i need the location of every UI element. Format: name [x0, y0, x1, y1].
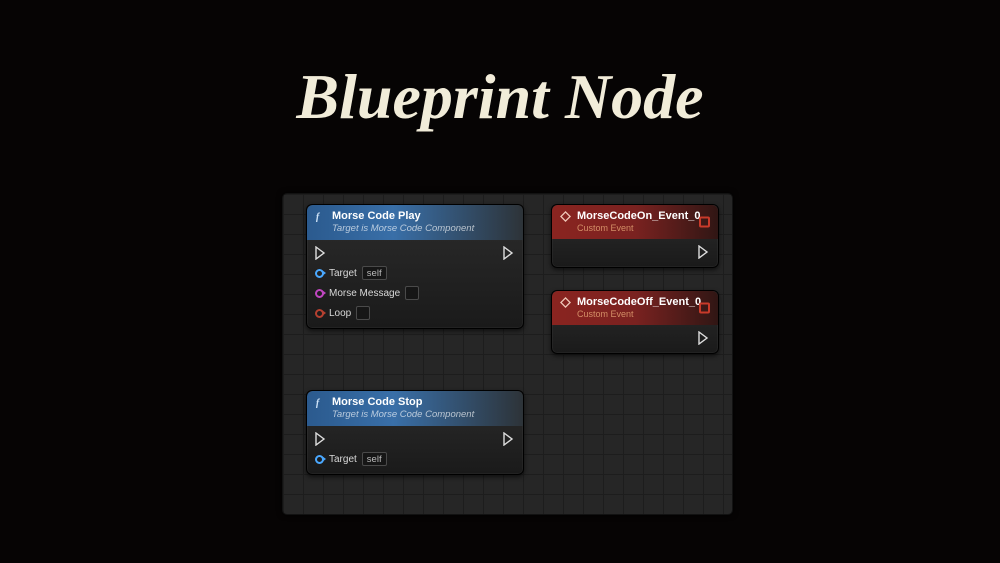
exec-out-pin[interactable] [503, 432, 515, 446]
node-morse-on-event[interactable]: MorseCodeOn_Event_0 Custom Event [551, 204, 719, 268]
blueprint-graph[interactable]: f Morse Code Play Target is Morse Code C… [282, 193, 733, 515]
target-pin[interactable] [315, 269, 324, 278]
pin-label: Target [329, 454, 357, 465]
node-title: Morse Code Play [332, 210, 474, 222]
pin-label: Morse Message [329, 288, 400, 299]
pin-label: Loop [329, 308, 351, 319]
exec-out-pin[interactable] [698, 245, 710, 259]
target-field[interactable]: self [362, 266, 387, 280]
message-field[interactable] [405, 286, 419, 300]
node-title: MorseCodeOn_Event_0 [577, 210, 700, 222]
exec-out-pin[interactable] [503, 246, 515, 260]
exec-out-pin[interactable] [698, 331, 710, 345]
event-icon [560, 211, 571, 222]
node-title: Morse Code Stop [332, 396, 474, 408]
node-header[interactable]: MorseCodeOn_Event_0 Custom Event [552, 205, 718, 239]
delegate-pin[interactable] [699, 217, 710, 228]
node-subtitle: Custom Event [577, 223, 700, 233]
message-pin[interactable] [315, 289, 324, 298]
node-subtitle: Target is Morse Code Component [332, 223, 474, 234]
loop-field[interactable] [356, 306, 370, 320]
function-icon: f [315, 397, 326, 408]
exec-in-pin[interactable] [315, 246, 327, 260]
svg-text:f: f [316, 398, 321, 408]
event-icon [560, 297, 571, 308]
node-morse-code-play[interactable]: f Morse Code Play Target is Morse Code C… [306, 204, 524, 329]
node-body: Target self [307, 426, 523, 474]
page-title: Blueprint Node [0, 60, 1000, 134]
node-body [552, 239, 718, 267]
node-title: MorseCodeOff_Event_0 [577, 296, 701, 308]
target-field[interactable]: self [362, 452, 387, 466]
stage: Blueprint Node f Morse Code Play Target … [0, 0, 1000, 563]
node-morse-code-stop[interactable]: f Morse Code Stop Target is Morse Code C… [306, 390, 524, 475]
pin-label: Target [329, 268, 357, 279]
node-header[interactable]: f Morse Code Stop Target is Morse Code C… [307, 391, 523, 426]
node-subtitle: Target is Morse Code Component [332, 409, 474, 420]
node-body [552, 325, 718, 353]
node-subtitle: Custom Event [577, 309, 701, 319]
node-body: Target self Morse Message Loop [307, 240, 523, 328]
node-morse-off-event[interactable]: MorseCodeOff_Event_0 Custom Event [551, 290, 719, 354]
loop-pin[interactable] [315, 309, 324, 318]
svg-text:f: f [316, 212, 321, 222]
exec-in-pin[interactable] [315, 432, 327, 446]
node-header[interactable]: MorseCodeOff_Event_0 Custom Event [552, 291, 718, 325]
target-pin[interactable] [315, 455, 324, 464]
delegate-pin[interactable] [699, 303, 710, 314]
node-header[interactable]: f Morse Code Play Target is Morse Code C… [307, 205, 523, 240]
function-icon: f [315, 211, 326, 222]
